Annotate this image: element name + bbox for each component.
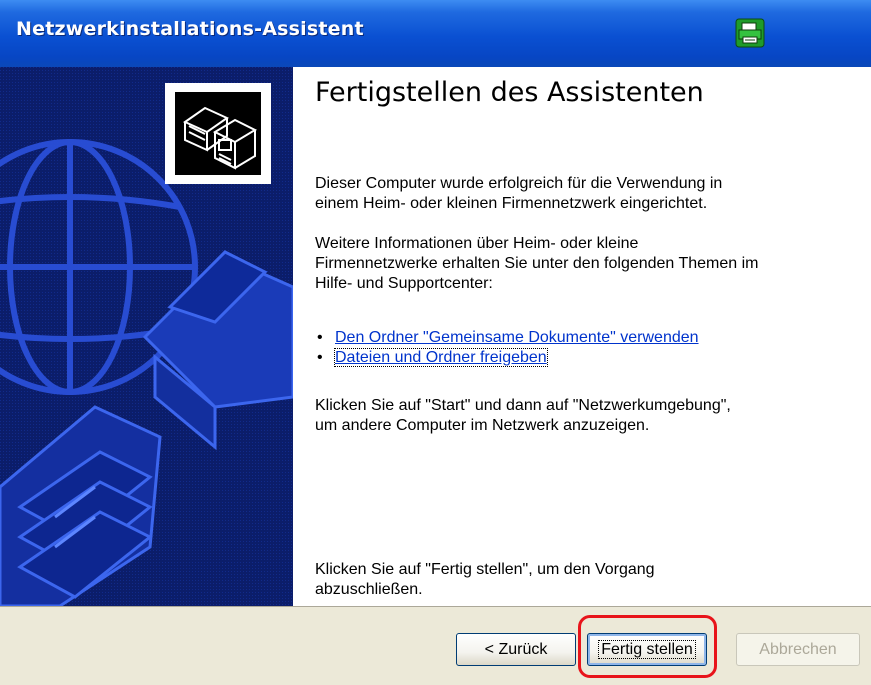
finish-button-label: Fertig stellen (598, 640, 696, 659)
network-places-message: Klicken Sie auf "Start" und dann auf "Ne… (315, 396, 731, 436)
finish-line-2: abzuschließen. (315, 581, 423, 598)
back-button[interactable]: < Zurück (456, 633, 576, 666)
window-title: Netzwerkinstallations-Assistent (16, 18, 364, 40)
info-line-2: Firmennetzwerke erhalten Sie unter den f… (315, 255, 759, 272)
finish-line-1: Klicken Sie auf "Fertig stellen", um den… (315, 561, 655, 578)
success-line-2: einem Heim- oder kleinen Firmennetzwerk … (315, 195, 708, 212)
network-printer-icon (735, 18, 765, 48)
wizard-window: Netzwerkinstallations-Assistent Fertigst… (0, 0, 871, 685)
info-line-1: Weitere Informationen über Heim- oder kl… (315, 235, 639, 252)
list-item: Den Ordner "Gemeinsame Dokumente" verwen… (315, 328, 699, 348)
finish-instruction: Klicken Sie auf "Fertig stellen", um den… (315, 560, 655, 600)
success-line-1: Dieser Computer wurde erfolgreich für di… (315, 175, 723, 192)
list-item: Dateien und Ordner freigeben (315, 348, 699, 368)
wizard-content: Fertigstellen des Assistenten Dieser Com… (293, 67, 871, 606)
info-line-3: Hilfe- und Supportcenter: (315, 275, 493, 292)
success-message: Dieser Computer wurde erfolgreich für di… (315, 174, 722, 214)
finish-button[interactable]: Fertig stellen (587, 633, 707, 666)
network-line-2: um andere Computer im Netzwerk anzuzeige… (315, 417, 650, 434)
network-line-1: Klicken Sie auf "Start" und dann auf "Ne… (315, 397, 731, 414)
button-bar: < Zurück Fertig stellen Abbrechen (0, 606, 871, 685)
network-computers-icon (182, 106, 258, 170)
link-share-files-folders[interactable]: Dateien und Ordner freigeben (334, 348, 548, 367)
link-shared-documents[interactable]: Den Ordner "Gemeinsame Dokumente" verwen… (335, 329, 699, 346)
info-message: Weitere Informationen über Heim- oder kl… (315, 234, 759, 294)
help-links: Den Ordner "Gemeinsame Dokumente" verwen… (315, 328, 699, 368)
title-bar[interactable]: Netzwerkinstallations-Assistent (0, 0, 871, 67)
cancel-button[interactable]: Abbrechen (736, 633, 860, 666)
page-title: Fertigstellen des Assistenten (315, 77, 704, 108)
wizard-sidebar (0, 67, 293, 606)
wizard-logo (165, 83, 271, 184)
